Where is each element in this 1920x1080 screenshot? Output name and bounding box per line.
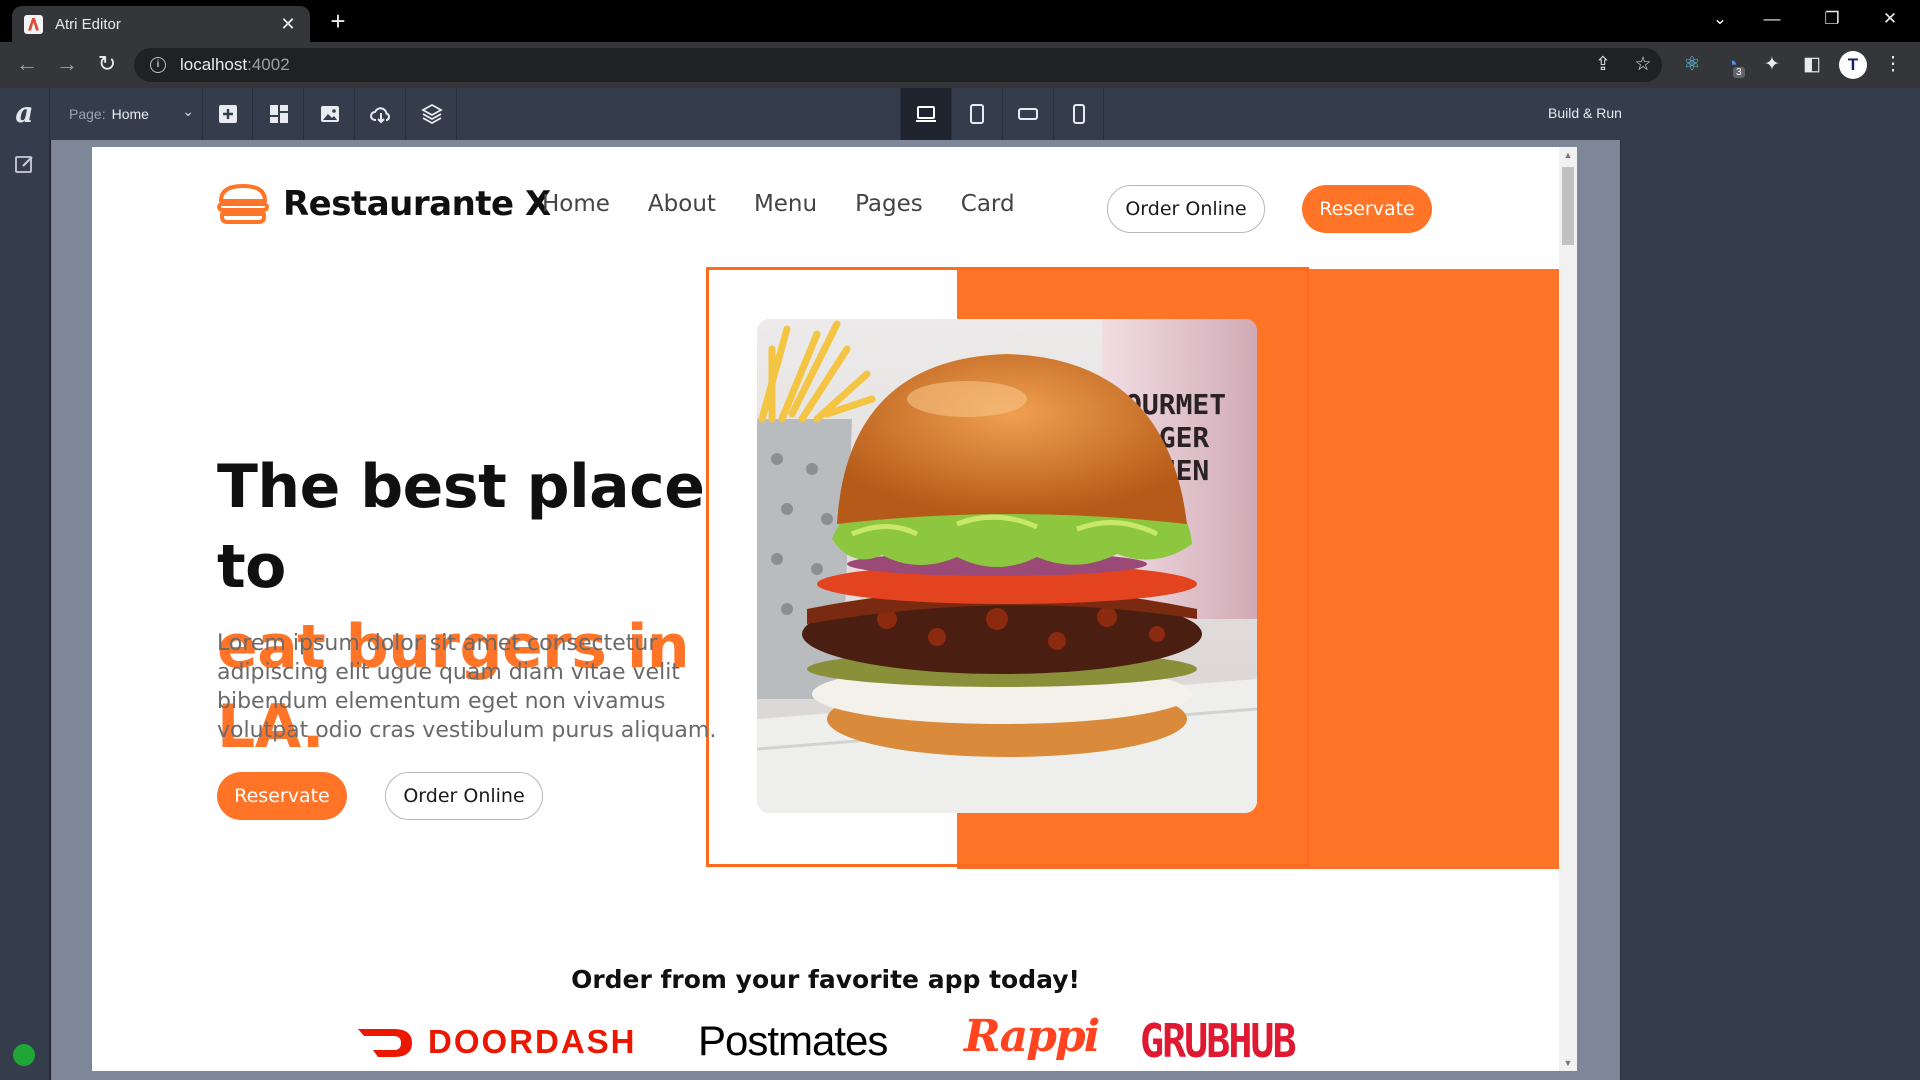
build-run-button[interactable]: Build & Run: [1548, 105, 1622, 121]
tablet-icon: [970, 104, 984, 124]
brand-name: Restaurante X: [283, 184, 551, 224]
scroll-thumb[interactable]: [1562, 167, 1574, 245]
atri-favicon-icon: [24, 14, 43, 34]
editor-left-sidebar: [0, 140, 50, 1080]
doordash-icon: [358, 1029, 412, 1057]
share-icon[interactable]: ⇪: [1590, 52, 1616, 78]
assets-button[interactable]: [305, 88, 355, 140]
editor-right-panel: [1620, 140, 1920, 1080]
main-nav: Home About Menu Pages Card: [542, 191, 1053, 217]
hero-title-line1: The best place to: [217, 452, 705, 602]
add-component-button[interactable]: [203, 88, 253, 140]
browser-menu-icon[interactable]: ⋮: [1879, 51, 1907, 79]
browser-toolbar: ← → ↻ i localhost:4002 ⇪ ☆ ⚛ ◔ 3 ✦ ◧ T ⋮: [0, 42, 1920, 88]
layers-button[interactable]: [407, 88, 457, 140]
brand[interactable]: Restaurante X: [217, 183, 551, 225]
device-tablet-landscape-button[interactable]: [1002, 88, 1053, 140]
doordash-logo[interactable]: DOORDASH: [356, 1023, 637, 1061]
hero-description: Lorem ipsum dolor sit amet consectetur a…: [217, 631, 717, 743]
new-tab-button[interactable]: +: [324, 8, 352, 36]
cloud-download-icon: [369, 107, 390, 124]
rappi-logo[interactable]: Rappi: [964, 1011, 1100, 1062]
layout-icon: [269, 105, 288, 123]
add-square-icon: [218, 105, 237, 123]
browser-tab-strip: Atri Editor ✕ + ⌄ — ❐ ✕: [0, 0, 1920, 42]
profile-avatar[interactable]: T: [1839, 51, 1867, 79]
burger-photo: OURMET URGER TCHEN: [757, 319, 1257, 813]
back-button[interactable]: ←: [12, 50, 42, 80]
react-devtools-icon[interactable]: ⚛: [1678, 51, 1706, 79]
tab-search-icon[interactable]: ⌄: [1694, 0, 1746, 40]
url-port: :4002: [247, 55, 290, 74]
tablet-landscape-icon: [1018, 108, 1038, 120]
nav-about[interactable]: About: [648, 191, 716, 217]
url-host: localhost: [180, 55, 248, 74]
hero-order-online-button[interactable]: Order Online: [385, 772, 543, 820]
apps-heading: Order from your favorite app today!: [571, 965, 1080, 994]
site-info-icon[interactable]: i: [150, 57, 166, 73]
burger-logo-icon: [217, 184, 269, 224]
header-order-online-button[interactable]: Order Online: [1107, 185, 1265, 233]
close-window-button[interactable]: ✕: [1864, 0, 1916, 40]
delivery-apps-row: DOORDASH Postmates Rappi GRUBHUB: [92, 1011, 1559, 1071]
page-selector[interactable]: Page: Home ⌄: [51, 88, 203, 140]
preview-scrollbar[interactable]: ▲ ▼: [1559, 147, 1577, 1071]
site-preview[interactable]: Restaurante X Home About Menu Pages Card…: [92, 147, 1577, 1071]
nav-card[interactable]: Card: [961, 191, 1015, 217]
nav-menu[interactable]: Menu: [754, 191, 817, 217]
editor-toolbar: a Page: Home ⌄ Build & Run: [0, 88, 1920, 140]
atri-logo[interactable]: a: [0, 88, 50, 140]
connection-status-dot: [13, 1044, 35, 1066]
page-selector-label: Page:: [69, 106, 106, 122]
page-selector-value: Home: [111, 106, 149, 122]
header-reservate-button[interactable]: Reservate: [1302, 185, 1432, 233]
layout-button[interactable]: [254, 88, 304, 140]
address-bar[interactable]: i localhost:4002 ⇪ ☆: [134, 48, 1662, 82]
nav-home[interactable]: Home: [542, 191, 610, 217]
chevron-down-icon: ⌄: [182, 103, 194, 119]
scroll-up-arrow-icon[interactable]: ▲: [1562, 150, 1574, 160]
layers-icon: [420, 103, 443, 125]
cloud-sync-button[interactable]: [356, 88, 406, 140]
close-tab-icon[interactable]: ✕: [278, 14, 298, 35]
forward-button[interactable]: →: [52, 50, 82, 80]
nav-pages[interactable]: Pages: [855, 191, 923, 217]
edit-icon[interactable]: [13, 152, 37, 176]
laptop-icon: [916, 106, 936, 122]
extension-badge: 3: [1733, 67, 1745, 78]
postmates-logo[interactable]: Postmates: [698, 1017, 888, 1065]
burger-image: OURMET URGER TCHEN: [757, 319, 1257, 813]
minimize-button[interactable]: —: [1746, 0, 1798, 40]
grubhub-logo[interactable]: GRUBHUB: [1140, 1016, 1297, 1069]
mobile-icon: [1072, 104, 1085, 124]
restore-button[interactable]: ❐: [1806, 0, 1858, 40]
reload-button[interactable]: ↻: [92, 50, 122, 80]
scroll-down-arrow-icon[interactable]: ▼: [1562, 1058, 1574, 1068]
extensions-puzzle-icon[interactable]: ✦: [1758, 51, 1786, 79]
image-icon: [320, 106, 339, 122]
device-mobile-button[interactable]: [1053, 88, 1104, 140]
doordash-wordmark: DOORDASH: [428, 1023, 637, 1060]
device-tablet-button[interactable]: [951, 88, 1002, 140]
side-panel-icon[interactable]: ◧: [1798, 51, 1826, 79]
restaurant-page: Restaurante X Home About Menu Pages Card…: [92, 147, 1559, 1071]
bookmark-star-icon[interactable]: ☆: [1630, 52, 1656, 78]
browser-tab[interactable]: Atri Editor ✕: [12, 6, 310, 42]
tab-title: Atri Editor: [55, 15, 121, 33]
hero-reservate-button[interactable]: Reservate: [217, 772, 347, 820]
device-desktop-button[interactable]: [900, 88, 951, 140]
